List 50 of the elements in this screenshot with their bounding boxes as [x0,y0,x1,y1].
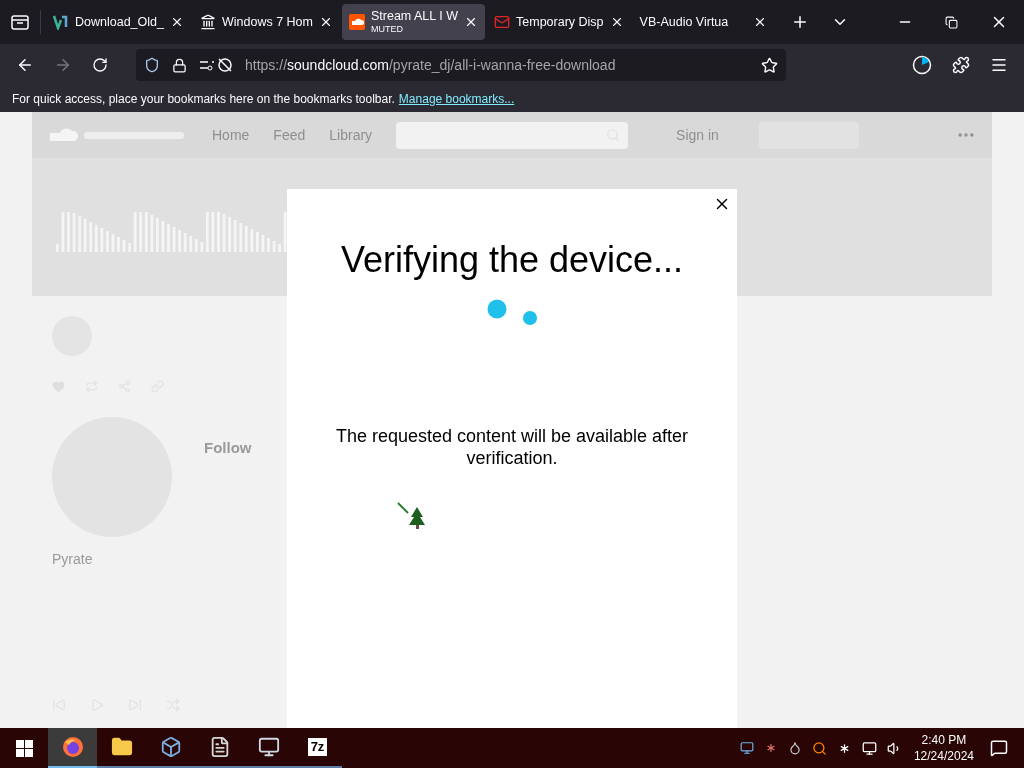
tab-title: Windows 7 Hom [221,15,313,29]
extensions-icon[interactable] [952,56,970,74]
drop-icon[interactable] [787,741,802,755]
tab-status: MUTED [370,24,404,34]
tree-cursor-icon [396,501,428,531]
lock-icon[interactable] [172,57,187,73]
bookmark-star-icon[interactable] [761,56,778,74]
cloud-icon [348,14,365,30]
dialog-title: Verifying the device... [340,238,684,282]
logo-icon [53,14,69,30]
url-text: https://soundcloud.com/pyrate_dj/all-i-wanna-free-download [245,55,617,75]
forward-icon[interactable] [54,56,72,74]
tab-title: Stream ALL I W [370,10,459,23]
artist-name: Pyrate [52,550,93,569]
clock-date: 12/24/2024 [913,748,974,764]
building-icon [199,14,216,30]
archive-app-icon[interactable]: 7z [307,738,328,756]
monitor-icon[interactable] [257,736,280,758]
clock-time: 2:40 PM [921,732,967,748]
tab-title: VB-Audio Virtua [639,15,730,29]
mail-icon [494,14,511,30]
bookmarks-hint: For quick access, place your bookmarks here on the bookmarks toolbar. [12,91,395,108]
permissions-icon[interactable] [199,57,233,73]
magnifier-icon[interactable] [811,740,827,756]
shield-icon[interactable] [144,57,160,73]
address-bar[interactable]: https://soundcloud.com/pyrate_dj/all-i-wanna-free-download [136,49,786,81]
browser-tab[interactable]: VB-Audio Virtua [632,4,774,40]
folder-icon[interactable] [110,736,133,758]
cube-icon[interactable] [159,736,182,758]
clock[interactable]: 2:40 PM 12/24/2024 [913,732,974,764]
tab-list-icon[interactable] [11,14,29,30]
start-icon[interactable] [15,739,33,757]
timer-icon[interactable] [912,55,932,75]
restore-icon[interactable] [945,15,958,29]
browser-tab[interactable]: Windows 7 Hom [192,4,340,40]
browser-tab[interactable]: Stream ALL I W MUTED [341,4,486,40]
notifications-icon[interactable] [990,739,1008,757]
dialog-message: The requested content will be available after verification. [334,425,690,469]
browser-tab[interactable]: Temporary Disp [487,4,631,40]
browser-tab[interactable]: Download_Old_ [46,4,191,40]
tab-title: Download_Old_ [75,15,164,29]
display-icon[interactable] [739,741,754,755]
reload-icon[interactable] [92,57,108,73]
manage-bookmarks-link[interactable]: Manage bookmarks... [398,90,515,108]
menu-icon[interactable] [990,56,1008,74]
search-field[interactable] [396,121,629,149]
loading-spinner-icon [487,299,537,325]
browser-icon[interactable] [61,736,84,758]
tab-title: Temporary Disp [516,15,604,29]
back-icon[interactable] [16,56,34,74]
